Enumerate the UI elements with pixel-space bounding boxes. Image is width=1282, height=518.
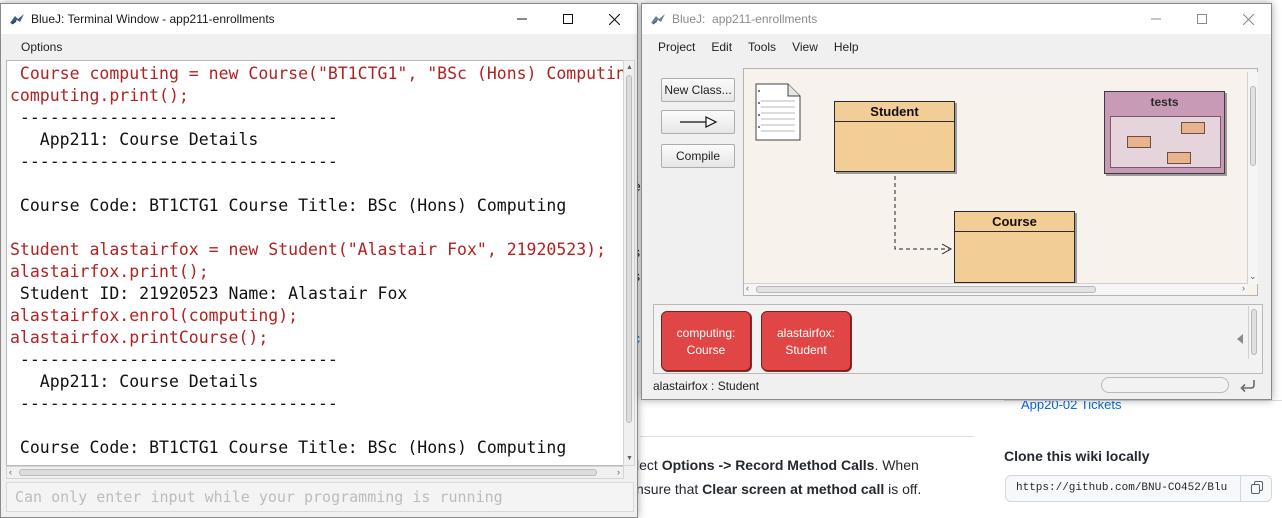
terminal-title: BlueJ: Terminal Window - app211-enrollme… [31, 12, 275, 26]
clone-url-field[interactable]: https://github.com/BNU-CO452/Blu [1005, 475, 1241, 502]
status-text: alastairfox : Student [653, 379, 760, 393]
scroll-thumb[interactable] [626, 75, 632, 423]
terminal-code-line: alastairfox.printCourse(); [10, 328, 269, 347]
package-contents [1110, 116, 1221, 168]
scroll-thumb[interactable] [756, 286, 1096, 293]
sidebar-divider [1004, 400, 1282, 401]
bluej-title: BlueJ: app211-enrollments [672, 12, 818, 26]
terminal-output-line: -------------------------------- [10, 394, 338, 413]
scroll-thumb[interactable] [19, 469, 597, 476]
compile-button[interactable]: Compile [661, 144, 735, 168]
maximize-button[interactable] [545, 4, 591, 34]
terminal-window: BlueJ: Terminal Window - app211-enrollme… [0, 3, 638, 518]
scroll-down-icon[interactable]: ⌄ [1249, 271, 1257, 282]
diagram-horizontal-scrollbar[interactable]: ‹ › [744, 283, 1247, 295]
bluej-titlebar[interactable]: BlueJ: app211-enrollments [642, 4, 1271, 34]
status-bar: alastairfox : Student [653, 376, 1263, 396]
bluej-bird-icon [9, 11, 25, 27]
class-name: Student [835, 102, 954, 122]
terminal-input-field[interactable]: Can only enter input while your programm… [6, 482, 634, 512]
close-icon [608, 13, 620, 25]
instruction-line-2: nsure that Clear screen at method call i… [636, 481, 922, 497]
minimize-icon [517, 18, 527, 20]
inheritance-arrow-icon [680, 116, 718, 128]
close-icon [1242, 13, 1254, 25]
mini-class-icon [1127, 136, 1151, 148]
terminal-output-line: -------------------------------- [10, 152, 338, 171]
menu-view[interactable]: View [784, 34, 826, 60]
class-diagram[interactable]: Student Course tests [743, 68, 1258, 296]
bluej-bird-icon [650, 11, 666, 27]
terminal-output-line: Student ID: 21920523 Name: Alastair Fox [10, 284, 408, 303]
terminal-output-line: Course Code: BT1CTG1 Course Title: BSc (… [10, 438, 567, 457]
class-student[interactable]: Student [834, 101, 955, 172]
scroll-right-icon[interactable]: › [617, 467, 620, 477]
scroll-down-icon[interactable]: ▼ [626, 455, 633, 462]
tool-panel: New Class... Compile [654, 70, 736, 353]
menu-tools[interactable]: Tools [740, 34, 784, 60]
package-tests[interactable]: tests [1104, 91, 1225, 174]
terminal-output[interactable]: Course computing = new Course("BT1CTG1",… [6, 60, 624, 466]
terminal-code-line: computing.print(); [10, 86, 189, 105]
clone-wiki-title: Clone this wiki locally [1004, 448, 1150, 464]
mini-class-icon [1181, 122, 1205, 134]
object-computing[interactable]: computing: Course [661, 311, 751, 371]
maximize-button[interactable] [1179, 4, 1225, 34]
scroll-right-icon[interactable]: › [1242, 283, 1245, 293]
object-type: Course [686, 343, 726, 357]
class-course[interactable]: Course [954, 211, 1075, 283]
copy-url-button[interactable] [1240, 475, 1272, 502]
terminal-code-line: Course computing = new Course("BT1CTG1",… [10, 64, 624, 83]
instruction-line-1: lect Options -> Record Method Calls. Whe… [636, 457, 919, 473]
package-name: tests [1150, 95, 1179, 109]
object-alastairfox[interactable]: alastairfox: Student [761, 311, 851, 371]
maximize-icon [1197, 14, 1207, 24]
terminal-output-line: App211: Course Details [10, 372, 259, 391]
content-divider [640, 436, 974, 437]
terminal-code-line: Student alastairfox = new Student("Alast… [10, 240, 607, 259]
bench-vertical-scrollbar[interactable] [1248, 306, 1260, 359]
terminal-output-line: -------------------------------- [10, 350, 338, 369]
terminal-vertical-scrollbar[interactable]: ▲ ▼ [623, 60, 635, 466]
menu-options[interactable]: Options [13, 34, 70, 60]
terminal-menubar: Options [1, 34, 637, 60]
terminal-output-line: App211: Course Details [10, 130, 259, 149]
menu-help[interactable]: Help [826, 34, 867, 60]
bluej-menubar: Project Edit Tools View Help [642, 34, 1271, 60]
progress-indicator [1101, 377, 1229, 393]
scroll-left-icon[interactable]: ‹ [746, 283, 749, 293]
terminal-code-line: alastairfox.print(); [10, 262, 209, 281]
scroll-left-icon[interactable]: ‹ [9, 467, 12, 477]
object-bench: computing: Course alastairfox: Student [653, 304, 1263, 374]
menu-edit[interactable]: Edit [703, 34, 740, 60]
terminal-titlebar[interactable]: BlueJ: Terminal Window - app211-enrollme… [1, 4, 637, 34]
terminal-code-line: alastairfox.enrol(computing); [10, 306, 299, 325]
maximize-icon [563, 14, 573, 24]
menu-project[interactable]: Project [650, 34, 703, 60]
mini-class-icon [1167, 152, 1191, 164]
diagram-vertical-scrollbar[interactable]: ⌄ [1247, 72, 1258, 284]
scroll-thumb[interactable] [1250, 86, 1256, 166]
terminal-horizontal-scrollbar[interactable]: ‹ › [6, 466, 624, 479]
terminal-output-line: -------------------------------- [10, 108, 338, 127]
class-name: Course [955, 212, 1074, 232]
bluej-main-window: BlueJ: app211-enrollments Project Edit T… [641, 3, 1272, 400]
new-class-button[interactable]: New Class... [661, 78, 735, 102]
object-label: alastairfox: [776, 326, 836, 340]
object-label: computing: [676, 326, 736, 340]
scroll-thumb[interactable] [1251, 309, 1257, 355]
minimize-icon [1151, 18, 1161, 20]
minimize-button[interactable] [499, 4, 545, 34]
minimize-button[interactable] [1133, 4, 1179, 34]
inheritance-arrow-button[interactable] [661, 110, 735, 134]
terminal-output-line: Course Code: BT1CTG1 Course Title: BSc (… [10, 196, 567, 215]
close-button[interactable] [1225, 4, 1271, 34]
scroll-up-icon[interactable]: ▲ [626, 64, 633, 71]
close-button[interactable] [591, 4, 637, 34]
bench-scroll-left-icon[interactable] [1237, 334, 1243, 344]
reset-vm-icon[interactable] [1238, 376, 1258, 394]
object-type: Student [785, 343, 827, 357]
